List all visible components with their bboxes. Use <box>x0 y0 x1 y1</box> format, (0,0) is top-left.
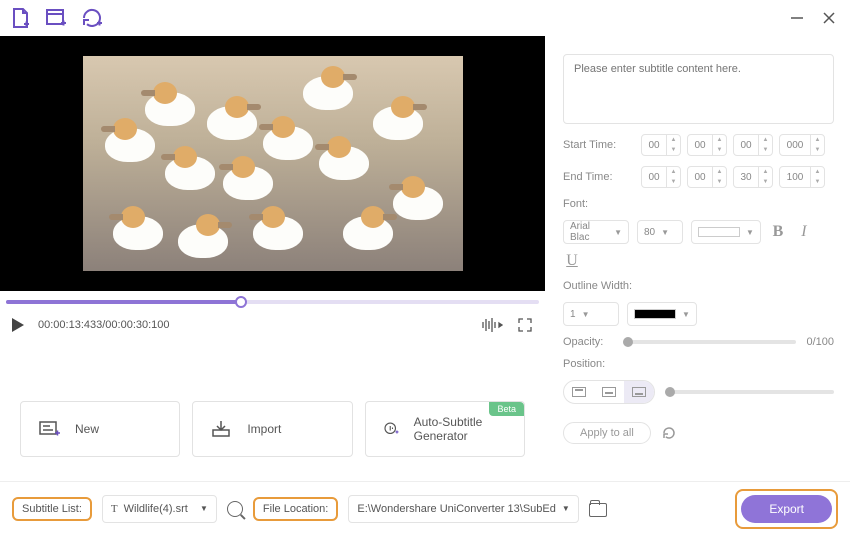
import-label: Import <box>247 422 281 436</box>
new-subtitle-button[interactable]: New <box>20 401 180 457</box>
outline-width-select[interactable]: 1▼ <box>563 302 619 326</box>
new-label: New <box>75 422 99 436</box>
video-preview[interactable] <box>0 36 545 291</box>
position-bottom[interactable] <box>624 381 654 403</box>
end-ms[interactable]: ▲▼ <box>779 166 825 188</box>
new-file-icon[interactable] <box>8 6 32 30</box>
close-icon[interactable] <box>822 11 836 25</box>
font-family-select[interactable]: Arial Blac▼ <box>563 220 629 244</box>
start-ms[interactable]: ▲▼ <box>779 134 825 156</box>
beta-badge: Beta <box>489 402 524 416</box>
file-location-label: File Location: <box>253 497 338 521</box>
end-h[interactable]: ▲▼ <box>641 166 681 188</box>
auto-subtitle-button[interactable]: Beta Auto-Subtitle Generator <box>365 401 525 457</box>
outline-label: Outline Width: <box>563 280 834 292</box>
import-subtitle-button[interactable]: Import <box>192 401 352 457</box>
file-location-select[interactable]: E:\Wondershare UniConverter 13\SubEd ▼ <box>348 495 578 523</box>
position-middle[interactable] <box>594 381 624 403</box>
opacity-label: Opacity: <box>563 336 613 348</box>
minimize-icon[interactable] <box>790 11 804 25</box>
position-top[interactable] <box>564 381 594 403</box>
start-h[interactable]: ▲▼ <box>641 134 681 156</box>
end-s[interactable]: ▲▼ <box>733 166 773 188</box>
outline-color-select[interactable]: ▼ <box>627 302 697 326</box>
export-button[interactable]: Export <box>741 495 832 523</box>
start-time-label: Start Time: <box>563 139 635 151</box>
new-rotate-icon[interactable] <box>80 6 104 30</box>
start-s[interactable]: ▲▼ <box>733 134 773 156</box>
end-time-label: End Time: <box>563 171 635 183</box>
reset-icon[interactable] <box>661 425 677 441</box>
bold-button[interactable]: B <box>769 223 787 241</box>
play-button[interactable] <box>12 318 24 332</box>
position-slider[interactable] <box>665 390 834 394</box>
end-m[interactable]: ▲▼ <box>687 166 727 188</box>
new-window-icon[interactable] <box>44 6 68 30</box>
subtitle-text-input[interactable] <box>563 54 834 124</box>
fullscreen-icon[interactable] <box>517 317 533 333</box>
start-m[interactable]: ▲▼ <box>687 134 727 156</box>
font-label: Font: <box>563 198 834 210</box>
font-color-select[interactable]: ▼ <box>691 220 761 244</box>
waveform-icon[interactable] <box>481 317 503 333</box>
opacity-value: 0/100 <box>806 336 834 348</box>
font-size-select[interactable]: 80▼ <box>637 220 683 244</box>
folder-icon[interactable] <box>589 503 607 517</box>
auto-label: Auto-Subtitle Generator <box>414 415 508 443</box>
apply-all-button[interactable]: Apply to all <box>563 422 651 444</box>
search-icon[interactable] <box>227 501 243 517</box>
seek-bar[interactable] <box>6 295 539 309</box>
subtitle-file-select[interactable]: T Wildlife(4).srt ▼ <box>102 495 217 523</box>
position-label: Position: <box>563 358 834 370</box>
italic-button[interactable]: I <box>795 223 813 241</box>
underline-button[interactable]: U <box>563 252 581 270</box>
opacity-slider[interactable] <box>623 340 796 344</box>
timecode: 00:00:13:433/00:00:30:100 <box>38 319 170 331</box>
subtitle-list-label: Subtitle List: <box>12 497 92 521</box>
